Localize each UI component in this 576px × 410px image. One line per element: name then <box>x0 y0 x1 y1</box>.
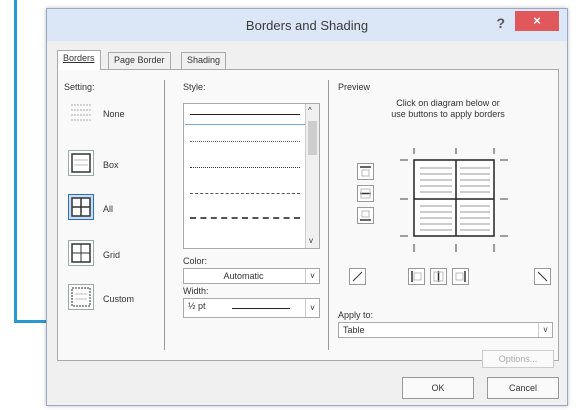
chevron-down-icon[interactable]: v <box>538 323 552 337</box>
ok-button[interactable]: OK <box>402 377 474 399</box>
tab-shading[interactable]: Shading <box>181 52 227 69</box>
diagonal-down-border-icon[interactable] <box>349 268 366 285</box>
width-dropdown[interactable]: ½ pt v <box>183 298 320 318</box>
width-label: Width: <box>183 286 209 296</box>
setting-custom-icon[interactable] <box>68 284 94 310</box>
inside-vertical-border-icon[interactable] <box>430 268 447 285</box>
borders-shading-dialog: Borders and Shading ? × Borders Page Bor… <box>46 8 568 406</box>
width-line-sample <box>232 308 290 309</box>
borders-panel: Setting: None Box All Grid Custom Style: <box>57 69 559 368</box>
width-value: ½ pt <box>188 301 206 311</box>
apply-to-dropdown[interactable]: Table v <box>338 322 553 338</box>
bottom-border-icon[interactable] <box>357 207 374 224</box>
setting-grid-label[interactable]: Grid <box>103 250 120 260</box>
tab-page-border-label: Page Border <box>114 55 165 65</box>
help-button[interactable]: ? <box>496 15 505 31</box>
title-bar: Borders and Shading ? × <box>47 9 567 41</box>
options-button[interactable]: Options... <box>482 350 554 368</box>
right-border-icon[interactable] <box>452 268 469 285</box>
style-list[interactable]: ^ v <box>183 103 320 249</box>
preview-heading: Preview <box>338 82 371 92</box>
color-value: Automatic <box>223 271 264 281</box>
tab-page-border[interactable]: Page Border <box>108 52 171 69</box>
color-dropdown[interactable]: Automatic v <box>183 268 320 284</box>
apply-to-label: Apply to: <box>338 310 374 320</box>
style-fine-dotted[interactable] <box>190 167 300 168</box>
preview-instruction-2: use buttons to apply borders <box>391 109 505 119</box>
style-scrollbar[interactable]: ^ v <box>305 104 319 248</box>
style-dashed[interactable] <box>190 193 300 194</box>
tab-borders[interactable]: Borders <box>57 50 101 70</box>
setting-custom-label[interactable]: Custom <box>103 294 134 304</box>
preview-diagram[interactable] <box>394 144 512 258</box>
setting-heading: Setting: <box>64 82 95 92</box>
left-border-icon[interactable] <box>408 268 425 285</box>
dialog-title: Borders and Shading <box>245 18 369 33</box>
setting-box-icon[interactable] <box>68 150 94 176</box>
divider-left <box>164 80 165 350</box>
tab-shading-label: Shading <box>187 55 221 65</box>
divider-right <box>328 80 329 350</box>
diagonal-up-border-icon[interactable] <box>534 268 551 285</box>
setting-grid-icon[interactable] <box>68 240 94 266</box>
setting-all-icon[interactable] <box>68 194 94 220</box>
setting-all-label[interactable]: All <box>103 204 113 214</box>
chevron-down-icon[interactable]: v <box>305 299 319 317</box>
chevron-down-icon[interactable]: v <box>305 269 319 283</box>
scroll-thumb[interactable] <box>308 121 317 155</box>
tab-borders-label: Borders <box>63 53 95 63</box>
setting-none-icon[interactable] <box>68 100 94 126</box>
cancel-button[interactable]: Cancel <box>487 377 559 399</box>
style-heading: Style: <box>183 82 206 92</box>
inside-horizontal-border-icon[interactable] <box>357 185 374 202</box>
close-button[interactable]: × <box>515 11 559 31</box>
callout-line-vertical <box>14 0 17 322</box>
setting-box-label[interactable]: Box <box>103 160 119 170</box>
color-label: Color: <box>183 256 208 266</box>
apply-to-value: Table <box>343 325 365 335</box>
scroll-down-icon[interactable]: v <box>309 236 313 245</box>
style-dash-dot[interactable] <box>190 217 300 219</box>
scroll-up-icon[interactable]: ^ <box>308 106 312 115</box>
top-border-icon[interactable] <box>357 163 374 180</box>
style-selection-marker <box>185 124 305 125</box>
setting-none-label[interactable]: None <box>103 109 125 119</box>
style-dotted[interactable] <box>190 141 300 142</box>
preview-instruction-1: Click on diagram below or <box>396 98 500 108</box>
style-solid[interactable] <box>190 114 300 115</box>
